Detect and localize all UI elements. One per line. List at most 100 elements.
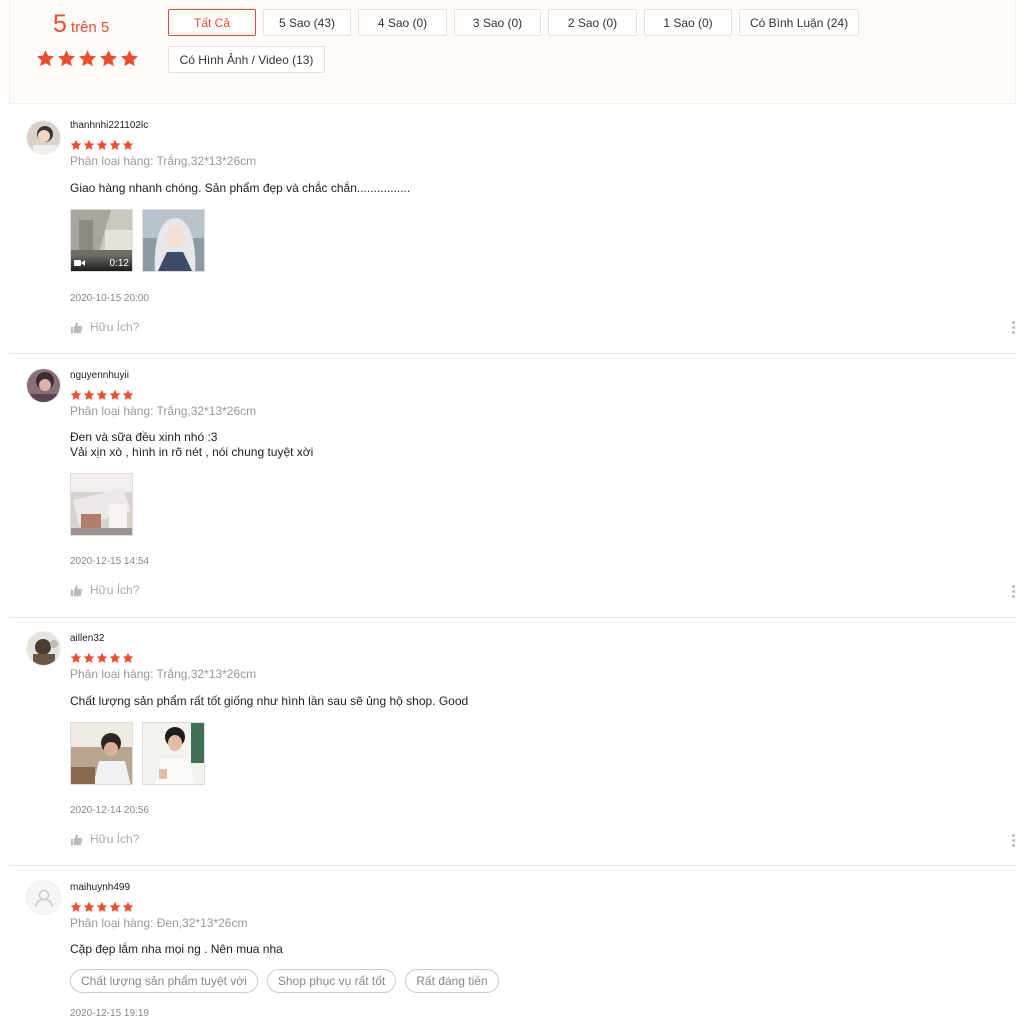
review-comment: Chất lượng sản phẩm rất tốt giống như hì… xyxy=(70,694,469,708)
video-duration: 0:12 xyxy=(109,257,129,269)
reviewer-name: aillen32 xyxy=(70,633,105,644)
video-camera-icon xyxy=(74,260,85,266)
more-options-button[interactable] xyxy=(1010,585,1016,598)
dot-icon xyxy=(1011,321,1015,324)
star-icon xyxy=(99,49,118,68)
review-image-thumbnail[interactable] xyxy=(142,209,205,272)
avatar[interactable] xyxy=(26,368,61,403)
star-icon xyxy=(83,139,95,151)
star-icon xyxy=(57,49,76,68)
review-media xyxy=(70,722,205,785)
dot-icon xyxy=(1011,585,1015,588)
reviewer-name: nguyennhuyii xyxy=(70,370,129,381)
review-comment: Giao hàng nhanh chóng. Sản phẩm đẹp và c… xyxy=(70,181,411,195)
star-icon xyxy=(96,389,108,401)
more-options-button[interactable] xyxy=(1010,321,1016,334)
helpful-button[interactable]: Hữu Ích? xyxy=(70,583,139,597)
filter-4-star-button[interactable]: 4 Sao (0) xyxy=(358,9,447,36)
filter-5-star-button[interactable]: 5 Sao (43) xyxy=(263,9,351,36)
review-image-thumbnail[interactable] xyxy=(70,722,133,785)
filter-2-star-button[interactable]: 2 Sao (0) xyxy=(548,9,637,36)
review-variation: Phân loại hàng: Đen,32*13*26cm xyxy=(70,916,248,930)
review-stars xyxy=(70,901,134,913)
review-date: 2020-12-15 14:54 xyxy=(70,556,149,567)
reviewer-name: maihuynh499 xyxy=(70,882,131,893)
helpful-button[interactable]: Hữu Ích? xyxy=(70,320,139,334)
review-comment: Đen và sữa đều xinh nhó :3 Vải xịn xò , … xyxy=(70,430,314,459)
dot-icon xyxy=(1011,844,1015,847)
review-item: nguyennhuyii Phân loại hàng: Trắng,32*13… xyxy=(9,354,1016,618)
star-icon xyxy=(70,901,82,913)
dot-icon xyxy=(1011,834,1015,837)
review-tag[interactable]: Chất lượng sản phẩm tuyệt vời xyxy=(70,969,258,993)
rating-summary-stars xyxy=(36,49,139,68)
filter-with-comment-button[interactable]: Có Bình Luận (24) xyxy=(739,9,860,36)
star-icon xyxy=(70,139,82,151)
review-tag[interactable]: Rất đáng tiền xyxy=(405,969,499,993)
dot-icon xyxy=(1011,839,1015,842)
star-icon xyxy=(109,139,121,151)
filter-with-media-button[interactable]: Có Hình Ảnh / Video (13) xyxy=(168,46,325,73)
review-image-thumbnail[interactable] xyxy=(70,473,133,536)
review-variation: Phân loại hàng: Trắng,32*13*26cm xyxy=(70,667,257,681)
rating-filters: Tất Cả 5 Sao (43) 4 Sao (0) 3 Sao (0) 2 … xyxy=(168,9,908,73)
video-overlay: 0:12 xyxy=(71,255,132,271)
rating-score-suffix: trên 5 xyxy=(70,19,110,36)
star-icon xyxy=(120,49,139,68)
star-icon xyxy=(122,139,134,151)
star-icon xyxy=(109,389,121,401)
rating-score-value: 5 xyxy=(53,10,67,38)
dot-icon xyxy=(1011,590,1015,593)
thumbs-up-icon xyxy=(70,584,83,597)
helpful-label: Hữu Ích? xyxy=(90,583,140,597)
rating-score: 5 trên 5 xyxy=(53,10,109,39)
star-icon xyxy=(83,389,95,401)
review-date: 2020-12-14 20:56 xyxy=(70,805,149,816)
review-image-thumbnail[interactable] xyxy=(142,722,205,785)
dot-icon xyxy=(1011,595,1015,598)
avatar[interactable] xyxy=(26,631,61,666)
star-icon xyxy=(96,139,108,151)
review-media xyxy=(70,473,133,536)
review-comment: Cặp đẹp lắm nha mọi ng . Nên mua nha xyxy=(70,942,283,956)
helpful-label: Hữu Ích? xyxy=(90,320,140,334)
review-date: 2020-10-15 20:00 xyxy=(70,293,149,304)
star-icon xyxy=(122,389,134,401)
reviewer-name: thanhnhi221102lc xyxy=(70,120,149,131)
review-variation: Phân loại hàng: Trắng,32*13*26cm xyxy=(70,404,257,418)
avatar[interactable] xyxy=(26,880,61,915)
review-date: 2020-12-15 19:19 xyxy=(70,1008,149,1019)
star-icon xyxy=(36,49,55,68)
star-icon xyxy=(122,652,134,664)
star-icon xyxy=(83,652,95,664)
more-options-button[interactable] xyxy=(1010,834,1016,847)
review-tags: Chất lượng sản phẩm tuyệt vời Shop phục … xyxy=(70,969,499,993)
star-icon xyxy=(83,901,95,913)
dot-icon xyxy=(1011,331,1015,334)
helpful-button[interactable]: Hữu Ích? xyxy=(70,832,139,846)
star-icon xyxy=(78,49,97,68)
review-stars xyxy=(70,389,134,401)
thumbs-up-icon xyxy=(70,321,83,334)
helpful-label: Hữu Ích? xyxy=(90,832,140,846)
filter-1-star-button[interactable]: 1 Sao (0) xyxy=(644,9,732,36)
review-tag[interactable]: Shop phục vụ rất tốt xyxy=(266,969,397,993)
dot-icon xyxy=(1011,326,1015,329)
review-item: maihuynh499 Phân loại hàng: Đen,32*13*26… xyxy=(9,866,1016,1024)
user-icon xyxy=(34,889,53,907)
thumbs-up-icon xyxy=(70,833,83,846)
star-icon xyxy=(109,652,121,664)
filter-3-star-button[interactable]: 3 Sao (0) xyxy=(454,9,541,36)
star-icon xyxy=(96,652,108,664)
star-icon xyxy=(109,901,121,913)
avatar[interactable] xyxy=(26,120,61,155)
filter-all-button[interactable]: Tất Cả xyxy=(168,9,256,36)
rating-summary: 5 trên 5 Tất Cả 5 Sao (43) 4 Sao (0) 3 Sa… xyxy=(9,0,1016,104)
review-item: thanhnhi221102lc Phân loại hàng: Trắng,3… xyxy=(9,104,1016,354)
review-item: aillen32 Phân loại hàng: Trắng,32*13*26c… xyxy=(9,618,1016,866)
star-icon xyxy=(96,901,108,913)
star-icon xyxy=(70,652,82,664)
review-variation: Phân loại hàng: Trắng,32*13*26cm xyxy=(70,154,257,168)
star-icon xyxy=(122,901,134,913)
review-video-thumbnail[interactable]: 0:12 xyxy=(70,209,133,272)
